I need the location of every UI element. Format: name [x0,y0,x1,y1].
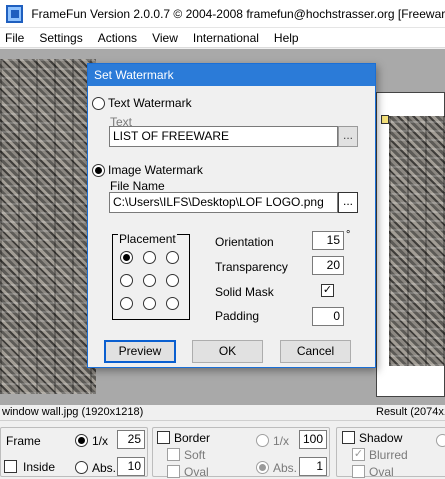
shadow-checkbox[interactable] [342,431,355,444]
text-browse-button[interactable]: ... [338,126,358,147]
watermark-logo-preview [381,115,389,124]
border-abs-radio[interactable] [256,461,269,474]
frame-ratio-radio[interactable] [75,434,88,447]
frame-ratio-input[interactable]: 25 [117,430,145,449]
transparency-input[interactable]: 20 [312,256,344,275]
shadow-oval-checkbox[interactable] [352,465,365,478]
menu-international[interactable]: International [186,28,267,48]
bottom-controls: Frame Inside 1/x 25 Abs. 10 Border Soft … [0,420,445,479]
oval-checkbox[interactable] [167,465,180,478]
orientation-input[interactable]: 15 [312,231,344,250]
placement-top-right-radio[interactable] [166,251,179,264]
ok-button[interactable]: OK [192,340,263,363]
image-watermark-radio[interactable] [92,164,105,177]
transparency-label: Transparency [215,260,288,274]
shadow-label: Shadow [359,431,403,445]
placement-bottom-left-radio[interactable] [120,297,133,310]
shadow-oval-label: Oval [369,465,394,479]
cancel-button[interactable]: Cancel [280,340,351,363]
menu-actions[interactable]: Actions [91,28,145,48]
menu-file[interactable]: File [0,28,32,48]
frame-ratio-label: 1/x [92,434,109,448]
menu-view[interactable]: View [145,28,186,48]
placement-middle-right-radio[interactable] [166,274,179,287]
blurred-checkbox[interactable]: ✓ [352,448,365,461]
placement-top-center-radio[interactable] [143,251,156,264]
source-image-preview [0,59,96,394]
border-ratio-input[interactable]: 100 [299,430,327,449]
solid-mask-label: Solid Mask [215,285,274,299]
window-title: FrameFun Version 2.0.0.7 © 2004-2008 fra… [31,6,445,21]
result-image-preview [376,92,445,397]
placement-label: Placement [118,232,177,246]
border-ratio-radio[interactable] [256,434,269,447]
app-icon [6,4,24,23]
menu-bar: File Settings Actions View International… [0,28,445,48]
frame-label: Frame [6,434,41,448]
placement-group: Placement [112,232,190,320]
set-watermark-dialog: Set Watermark Text Watermark Text LIST O… [87,63,376,368]
shadow-ratio-radio[interactable] [436,434,445,447]
frame-abs-input[interactable]: 10 [117,457,145,476]
padding-label: Padding [215,309,260,323]
inside-label: Inside [23,460,56,474]
menu-help[interactable]: Help [267,28,307,48]
inside-checkbox[interactable] [4,460,17,473]
file-name-label: File Name [110,179,165,193]
orientation-label: Orientation [215,235,274,249]
file-name-input[interactable]: C:\Users\ILFS\Desktop\LOF LOGO.png [109,192,338,213]
border-abs-label: Abs. [273,461,298,475]
text-watermark-radio[interactable] [92,97,105,110]
placement-bottom-center-radio[interactable] [143,297,156,310]
preview-button[interactable]: Preview [104,340,176,363]
file-browse-button[interactable]: ... [338,192,358,213]
placement-top-left-radio[interactable] [120,251,133,264]
text-watermark-label: Text Watermark [108,96,192,110]
border-checkbox[interactable] [157,431,170,444]
blurred-label: Blurred [369,448,408,462]
title-bar: FrameFun Version 2.0.0.7 © 2004-2008 fra… [0,0,445,28]
watermark-text-input[interactable]: LIST OF FREEWARE [109,126,338,147]
orientation-unit: ° [346,229,351,241]
soft-checkbox[interactable] [167,448,180,461]
solid-mask-checkbox[interactable]: ✓ [321,284,334,297]
result-image-content [389,116,445,366]
menu-settings[interactable]: Settings [32,28,90,48]
soft-label: Soft [184,448,206,462]
dialog-title: Set Watermark [88,64,375,86]
frame-abs-radio[interactable] [75,461,88,474]
oval-label: Oval [184,465,209,479]
border-abs-input[interactable]: 1 [299,457,327,476]
placement-bottom-right-radio[interactable] [166,297,179,310]
result-status: Result (2074x1 [376,406,445,418]
frame-abs-label: Abs. [92,461,117,475]
placement-center-radio[interactable] [143,274,156,287]
source-file-status: window wall.jpg (1920x1218) [0,405,200,419]
image-watermark-label: Image Watermark [108,163,203,177]
border-ratio-label: 1/x [273,434,290,448]
padding-input[interactable]: 0 [312,307,344,326]
placement-middle-left-radio[interactable] [120,274,133,287]
border-label: Border [174,431,211,445]
